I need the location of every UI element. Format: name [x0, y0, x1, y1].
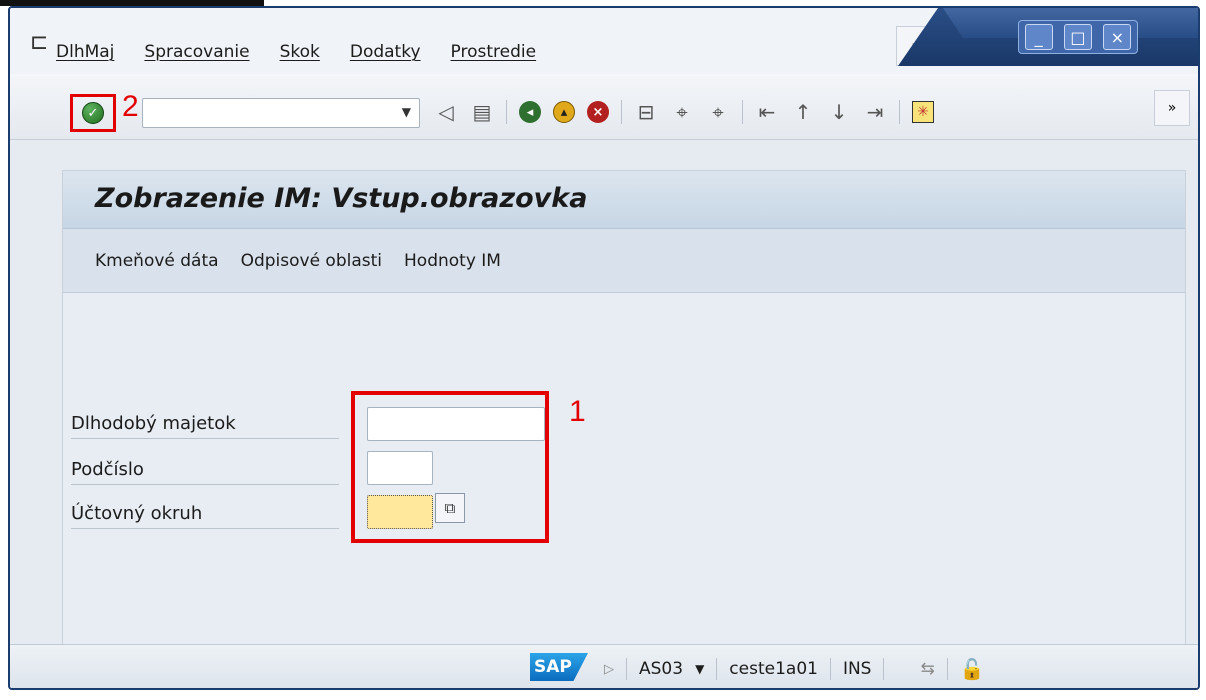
- tab-links: Kmeňové dáta Odpisové oblasti Hodnoty IM: [95, 251, 523, 271]
- status-separator: [883, 658, 885, 680]
- toolbar-separator: [899, 100, 900, 124]
- status-bar: SAP ▷ AS03 ▼ ceste1a01 INS ⇆ 🔓: [10, 644, 1198, 688]
- status-separator: [829, 658, 831, 680]
- menu-items: DlhMaj Spracovanie Skok Dodatky Prostred…: [56, 42, 566, 62]
- cancel-icon[interactable]: ×: [587, 101, 609, 123]
- tab-bar: Kmeňové dáta Odpisové oblasti Hodnoty IM: [63, 229, 1185, 293]
- maximize-button[interactable]: □: [1063, 24, 1092, 50]
- lock-icon[interactable]: 🔓: [960, 657, 985, 681]
- chevron-down-icon[interactable]: ▼: [402, 105, 411, 119]
- toolbar-separator: [742, 100, 743, 124]
- subnumber-label: Podčíslo: [71, 459, 339, 485]
- back-icon[interactable]: ◂: [519, 101, 541, 123]
- status-separator: [716, 658, 718, 680]
- check-icon: ✓: [82, 102, 104, 124]
- previous-page-icon[interactable]: ↑: [791, 100, 815, 124]
- annotation-box-1: [351, 391, 549, 543]
- exit-icon[interactable]: ▴: [553, 101, 575, 123]
- annotation-1: 1: [569, 395, 586, 428]
- company-code-label: Účtovný okruh: [71, 503, 339, 529]
- asset-label: Dlhodobý majetok: [71, 413, 339, 439]
- find-icon[interactable]: ⌖: [670, 100, 694, 124]
- content-area: Zobrazenie IM: Vstup.obrazovka Kmeňové d…: [62, 170, 1186, 648]
- save-icon[interactable]: ▤: [470, 100, 494, 124]
- chevron-down-icon[interactable]: ▼: [695, 662, 704, 676]
- close-button[interactable]: ×: [1103, 24, 1132, 50]
- toolbar: ✓ 2 ▼ ◁ ▤ ◂ ▴ × ⊟ ⌖ ⌖ ⇤ ↑ ↓ ⇥ ✳ »: [10, 74, 1198, 140]
- window-controls: _ □ ×: [1018, 20, 1138, 54]
- page-title: Zobrazenie IM: Vstup.obrazovka: [95, 183, 588, 214]
- tab-order-icon[interactable]: ⇆: [920, 659, 934, 679]
- tab-odpisove-oblasti[interactable]: Odpisové oblasti: [241, 251, 382, 271]
- first-page-icon[interactable]: ⇤: [755, 100, 779, 124]
- transaction-code: AS03: [639, 659, 684, 679]
- status-expand-icon[interactable]: ▷: [604, 662, 614, 677]
- tab-hodnoty-im[interactable]: Hodnoty IM: [404, 251, 501, 271]
- sap-window: ⊏ DlhMaj Spracovanie Skok Dodatky Prostr…: [8, 6, 1200, 690]
- insert-mode: INS: [842, 659, 872, 679]
- title-bar: Zobrazenie IM: Vstup.obrazovka: [63, 171, 1185, 229]
- find-next-icon[interactable]: ⌖: [706, 100, 730, 124]
- status-items: ▷ AS03 ▼ ceste1a01 INS ⇆ 🔓: [604, 657, 985, 681]
- toolbar-expand-button[interactable]: »: [1154, 90, 1190, 126]
- menu-item-dlhmaj[interactable]: DlhMaj: [56, 42, 114, 62]
- print-icon[interactable]: ⊟: [634, 100, 658, 124]
- menu-item-skok[interactable]: Skok: [280, 42, 320, 62]
- last-page-icon[interactable]: ⇥: [863, 100, 887, 124]
- minimize-button[interactable]: _: [1024, 24, 1053, 50]
- status-separator: [946, 658, 948, 680]
- menu-item-prostredie[interactable]: Prostredie: [451, 42, 537, 62]
- tab-kmenove-data[interactable]: Kmeňové dáta: [95, 251, 219, 271]
- next-page-icon[interactable]: ↓: [827, 100, 851, 124]
- menu-item-spracovanie[interactable]: Spracovanie: [144, 42, 249, 62]
- sap-logo: SAP: [530, 653, 588, 681]
- command-field[interactable]: ▼: [142, 98, 420, 128]
- enter-button[interactable]: ✓: [70, 94, 116, 132]
- toolbar-separator: [506, 100, 507, 124]
- menu-open-icon[interactable]: ⊏: [30, 30, 48, 55]
- new-session-icon[interactable]: ✳: [912, 101, 934, 123]
- status-separator: [626, 658, 627, 680]
- back-triangle-icon[interactable]: ◁: [434, 100, 458, 124]
- menu-item-dodatky[interactable]: Dodatky: [350, 42, 421, 62]
- annotation-2: 2: [122, 90, 139, 123]
- toolbar-icons: ◁ ▤ ◂ ▴ × ⊟ ⌖ ⌖ ⇤ ↑ ↓ ⇥ ✳: [434, 100, 934, 124]
- server-name: ceste1a01: [729, 659, 818, 679]
- toolbar-separator: [621, 100, 622, 124]
